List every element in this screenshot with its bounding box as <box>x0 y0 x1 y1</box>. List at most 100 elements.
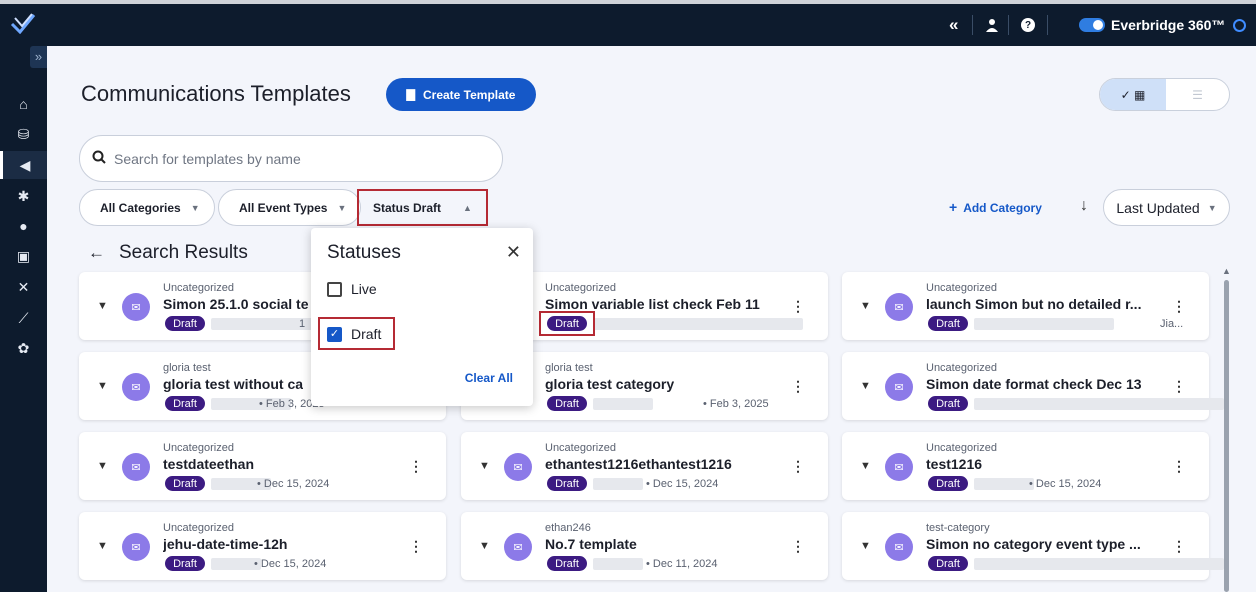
caret-down-icon: ▼ <box>337 202 347 213</box>
template-name[interactable]: ethantest1216ethantest1216 <box>545 456 732 472</box>
template-name[interactable]: gloria test category <box>545 376 674 392</box>
template-category: Uncategorized <box>926 362 997 374</box>
template-name[interactable]: No.7 template <box>545 536 637 552</box>
template-name[interactable]: Simon date format check Dec 13 <box>926 376 1142 392</box>
location-icon[interactable]: ● <box>0 212 47 240</box>
expand-chevron-icon[interactable]: ▼ <box>860 460 871 472</box>
everbridge-360-toggle[interactable]: Everbridge 360™ <box>1079 4 1247 46</box>
template-card[interactable]: ▼ ✉ test-category Simon no category event t… <box>842 512 1224 580</box>
org-icon[interactable]: ⛁ <box>0 120 47 148</box>
more-options-icon[interactable]: ⋮ <box>1172 538 1186 555</box>
template-avatar-icon: ✉ <box>122 533 150 561</box>
checkbox-checked-icon[interactable]: ✓ <box>327 326 342 342</box>
add-category-label: Add Category <box>963 201 1042 215</box>
sort-dropdown[interactable]: Last Updated ▼ <box>1103 189 1230 226</box>
more-options-icon[interactable]: ⋮ <box>409 458 423 475</box>
more-options-icon[interactable]: ⋮ <box>409 538 423 555</box>
sort-direction-icon[interactable]: ↓ <box>1080 197 1088 215</box>
clear-all-button[interactable]: Clear All <box>465 371 513 385</box>
expand-chevron-icon[interactable]: ▼ <box>97 540 108 552</box>
template-name[interactable]: Simon 25.1.0 social te <box>163 296 309 312</box>
template-category: ethan246 <box>545 522 591 534</box>
status-badge: Draft <box>165 476 205 491</box>
analytics-icon[interactable]: ⟋ <box>0 304 47 332</box>
template-card[interactable]: ▼ ✉ Uncategorized jehu-date-time-12h Draft • … <box>79 512 446 580</box>
create-template-button[interactable]: ▇ Create Template <box>386 78 536 111</box>
close-icon[interactable]: ✕ <box>506 242 521 263</box>
expand-chevron-icon[interactable]: ▼ <box>860 380 871 392</box>
report-icon[interactable]: ▣ <box>0 242 47 270</box>
event-type-filter[interactable]: All Event Types ▼ <box>218 189 362 226</box>
category-filter[interactable]: All Categories ▼ <box>79 189 215 226</box>
help-icon[interactable]: ? <box>1021 4 1035 46</box>
add-category-button[interactable]: + Add Category <box>949 199 1042 215</box>
header-divider <box>1047 15 1048 35</box>
toggle-switch-icon[interactable] <box>1079 18 1105 32</box>
template-card[interactable]: ▼ ✉ Uncategorized test1216 Draft • Dec 15, 20… <box>842 432 1209 500</box>
status-badge: Draft <box>928 396 968 411</box>
template-category: gloria test <box>163 362 211 374</box>
header-divider <box>1008 15 1009 35</box>
expand-chevron-icon[interactable]: ▼ <box>97 460 108 472</box>
search-box[interactable] <box>79 135 503 182</box>
expand-chevron-icon[interactable]: ▼ <box>860 300 871 312</box>
more-options-icon[interactable]: ⋮ <box>791 458 805 475</box>
template-date: • Dec 15, 2024 <box>254 558 327 570</box>
template-name[interactable]: gloria test without ca <box>163 376 303 392</box>
template-card[interactable]: ▼ ✉ Uncategorized launch Simon but no detai… <box>842 272 1209 340</box>
broadcast-icon[interactable]: ◀ <box>0 151 47 179</box>
more-options-icon[interactable]: ⋮ <box>791 538 805 555</box>
collapse-icon[interactable]: « <box>949 4 958 46</box>
list-view-icon[interactable]: ☰ <box>1166 79 1229 110</box>
settings-icon[interactable]: ✿ <box>0 334 47 362</box>
more-options-icon[interactable]: ⋮ <box>1172 458 1186 475</box>
template-name[interactable]: Simon variable list check Feb 11 <box>545 296 760 312</box>
back-arrow-icon[interactable]: ← <box>88 243 105 263</box>
expand-chevron-icon[interactable]: ▼ <box>860 540 871 552</box>
scenario-icon[interactable]: ✕ <box>0 273 47 301</box>
search-results-header: ← Search Results <box>88 242 248 264</box>
search-input[interactable] <box>114 150 474 167</box>
template-category: Uncategorized <box>163 522 234 534</box>
status-filter[interactable]: Status Draft ▲ <box>357 189 488 226</box>
scrollbar[interactable] <box>1224 280 1229 592</box>
template-card[interactable]: ▼ ✉ Uncategorized testdateethan Draft • Dec 1… <box>79 432 446 500</box>
expand-chevron-icon[interactable]: ▼ <box>479 460 490 472</box>
checkbox-unchecked-icon[interactable] <box>327 281 342 297</box>
template-card[interactable]: ▼ ✉ ethan246 No.7 template Draft • Dec 11, 20… <box>461 512 828 580</box>
expand-chevron-icon[interactable]: ▼ <box>97 300 108 312</box>
status-badge: Draft <box>928 556 968 571</box>
status-option-draft[interactable]: ✓ Draft <box>327 326 381 342</box>
template-name[interactable]: testdateethan <box>163 456 254 472</box>
expand-chevron-icon[interactable]: ▼ <box>479 540 490 552</box>
more-options-icon[interactable]: ⋮ <box>791 298 805 315</box>
view-toggle[interactable]: ✓ ▦ ☰ <box>1099 78 1230 111</box>
info-icon[interactable] <box>1233 18 1247 32</box>
redacted-author <box>593 478 643 490</box>
user-icon[interactable] <box>986 4 998 46</box>
scroll-up-icon[interactable]: ▲ <box>1222 266 1231 276</box>
template-name[interactable]: jehu-date-time-12h <box>163 536 287 552</box>
status-option-live[interactable]: Live <box>327 281 377 297</box>
template-name[interactable]: launch Simon but no detailed r... <box>926 296 1141 312</box>
template-name[interactable]: test1216 <box>926 456 982 472</box>
template-name[interactable]: Simon no category event type ... <box>926 536 1141 552</box>
expand-chevron-icon[interactable]: ▼ <box>97 380 108 392</box>
grid-view-icon[interactable]: ✓ ▦ <box>1100 79 1166 110</box>
incident-icon[interactable]: ✱ <box>0 182 47 210</box>
home-icon[interactable]: ⌂ <box>0 90 47 118</box>
popup-title: Statuses <box>327 242 401 263</box>
more-options-icon[interactable]: ⋮ <box>1172 298 1186 315</box>
category-filter-label: All Categories <box>100 200 181 215</box>
more-options-icon[interactable]: ⋮ <box>1172 378 1186 395</box>
template-avatar-icon: ✉ <box>122 453 150 481</box>
results-title: Search Results <box>119 242 248 263</box>
status-badge: Draft <box>165 556 205 571</box>
more-options-icon[interactable]: ⋮ <box>791 378 805 395</box>
expand-sidebar-icon[interactable]: » <box>30 46 47 68</box>
redacted-author <box>593 558 643 570</box>
template-card[interactable]: ▼ ✉ Uncategorized Simon date format check D… <box>842 352 1224 420</box>
template-card[interactable]: ▼ ✉ Uncategorized ethantest1216ethantest121… <box>461 432 828 500</box>
redacted-author <box>974 558 1224 570</box>
template-date: • Dec 11, 2024 <box>646 558 718 570</box>
